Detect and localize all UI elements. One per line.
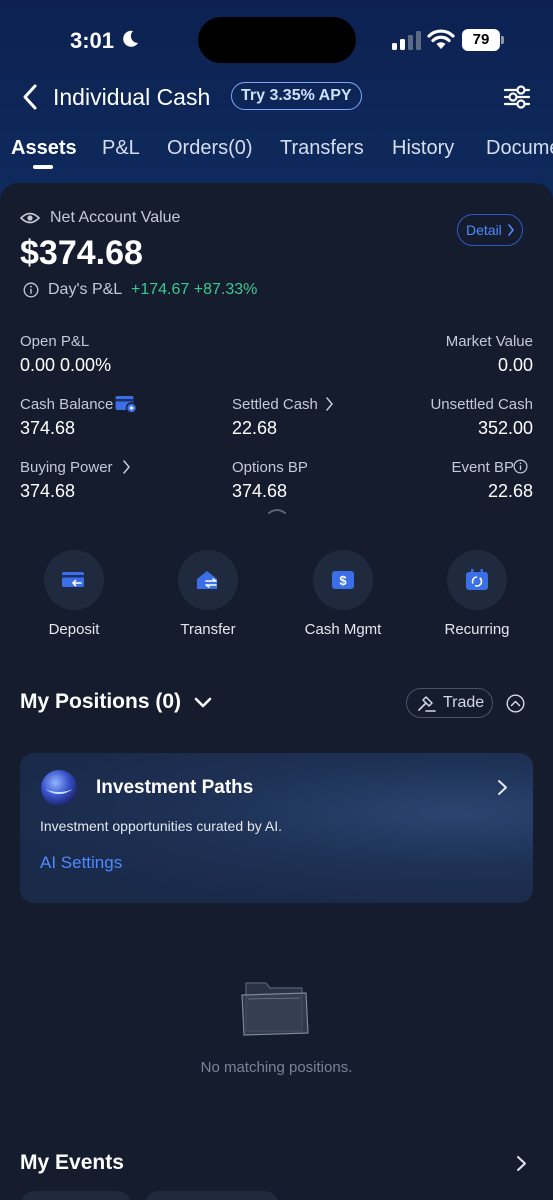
market-value-value: 0.00 <box>497 355 533 375</box>
filter-sliders-icon[interactable] <box>503 83 531 111</box>
tab-pl[interactable]: P&L <box>102 133 140 163</box>
eye-icon[interactable] <box>20 210 40 226</box>
chevron-right-icon[interactable] <box>516 1155 527 1172</box>
status-time: 3:01 <box>70 28 115 53</box>
days-pl-label: Day's P&L <box>48 281 123 298</box>
event-bp-value: 22.68 <box>487 481 533 501</box>
deposit-button[interactable]: Deposit <box>19 550 129 650</box>
settled-cash-label[interactable]: Settled Cash <box>232 396 318 413</box>
tab-history[interactable]: History <box>392 133 454 163</box>
detail-button[interactable]: Detail <box>457 214 523 246</box>
tab-documents[interactable]: Docume <box>486 133 553 163</box>
cash-mgmt-button[interactable]: $ Cash Mgmt <box>288 550 398 650</box>
ai-orb-logo-icon <box>41 770 77 806</box>
dynamic-island <box>198 17 356 63</box>
recurring-calendar-icon <box>466 569 488 590</box>
battery-level: 79 <box>462 29 500 51</box>
trade-label: Trade <box>443 694 485 711</box>
recurring-label: Recurring <box>444 621 510 638</box>
chevron-right-icon <box>508 224 515 236</box>
chevron-right-icon[interactable] <box>325 397 334 411</box>
buying-power-label[interactable]: Buying Power <box>20 459 113 476</box>
tab-assets[interactable]: Assets <box>11 133 77 163</box>
tab-bar: Assets P&L Orders(0) Transfers History D… <box>0 133 553 173</box>
wifi-icon <box>427 29 455 49</box>
investment-paths-description: Investment opportunities curated by AI. <box>40 818 283 834</box>
apy-promo-badge[interactable]: Try 3.35% APY <box>231 82 362 110</box>
collapse-up-icon[interactable] <box>506 694 525 713</box>
deposit-icon-circle <box>44 550 104 610</box>
ai-settings-link[interactable]: AI Settings <box>40 853 122 873</box>
tab-orders[interactable]: Orders(0) <box>167 133 253 163</box>
cellular-signal-icon <box>392 31 421 50</box>
transfer-label: Transfer <box>180 621 236 638</box>
deposit-label: Deposit <box>48 621 100 638</box>
settled-cash-value: 22.68 <box>232 418 278 438</box>
detail-label: Detail <box>466 222 502 238</box>
svg-text:$: $ <box>339 573 347 588</box>
dollar-wallet-icon: $ <box>332 571 354 589</box>
event-filter-pill[interactable] <box>20 1191 132 1200</box>
investment-paths-title: Investment Paths <box>96 777 254 798</box>
chevron-right-icon[interactable] <box>497 779 508 796</box>
options-bp-value: 374.68 <box>232 481 288 501</box>
cash-mgmt-label: Cash Mgmt <box>304 621 382 638</box>
days-pl-value: +174.67 +87.33% <box>131 281 258 298</box>
unsettled-cash-label: Unsettled Cash <box>430 396 533 413</box>
open-pl-label: Open P&L <box>20 333 90 350</box>
deposit-card-icon <box>62 572 84 587</box>
status-bar: 3:01 79 <box>0 0 553 80</box>
event-filter-pill[interactable] <box>144 1191 279 1200</box>
back-arrow-icon[interactable] <box>18 82 44 112</box>
open-pl-value: 0.00 0.00% <box>20 355 112 375</box>
moon-icon <box>123 30 138 47</box>
cash-mgmt-icon-circle: $ <box>313 550 373 610</box>
recurring-button[interactable]: Recurring <box>422 550 532 650</box>
transfer-button[interactable]: Transfer <box>153 550 263 650</box>
unsettled-cash-value: 352.00 <box>477 418 533 438</box>
info-icon[interactable] <box>513 459 528 474</box>
cash-balance-label: Cash Balance <box>20 396 114 413</box>
market-value-label: Market Value <box>445 333 533 350</box>
info-icon[interactable] <box>23 282 39 298</box>
cash-balance-value: 374.68 <box>20 418 76 438</box>
cash-balance-wallet-icon[interactable] <box>115 395 138 414</box>
active-tab-indicator <box>33 165 53 169</box>
buying-power-value: 374.68 <box>20 481 76 501</box>
empty-folder-icon <box>241 982 309 1036</box>
investment-paths-card[interactable]: Investment Paths Investment opportunitie… <box>20 753 533 903</box>
collapse-chevron-icon[interactable] <box>267 506 287 515</box>
my-positions-title[interactable]: My Positions (0) <box>20 690 181 714</box>
recurring-icon-circle <box>447 550 507 610</box>
gavel-icon <box>418 696 436 712</box>
transfer-house-icon <box>197 571 217 589</box>
options-bp-label: Options BP <box>232 459 308 476</box>
my-events-title[interactable]: My Events <box>20 1151 124 1175</box>
transfer-icon-circle <box>178 550 238 610</box>
chevron-right-icon[interactable] <box>122 460 131 474</box>
trade-button[interactable]: Trade <box>406 688 493 718</box>
event-bp-label: Event BP <box>451 459 514 476</box>
battery-icon: 79 <box>462 29 504 51</box>
net-account-value: $374.68 <box>20 234 143 272</box>
chevron-down-icon[interactable] <box>193 696 213 710</box>
net-account-value-label: Net Account Value <box>50 209 181 226</box>
tab-transfers[interactable]: Transfers <box>280 133 364 163</box>
empty-positions-text: No matching positions. <box>200 1059 353 1076</box>
page-title: Individual Cash <box>53 84 211 110</box>
